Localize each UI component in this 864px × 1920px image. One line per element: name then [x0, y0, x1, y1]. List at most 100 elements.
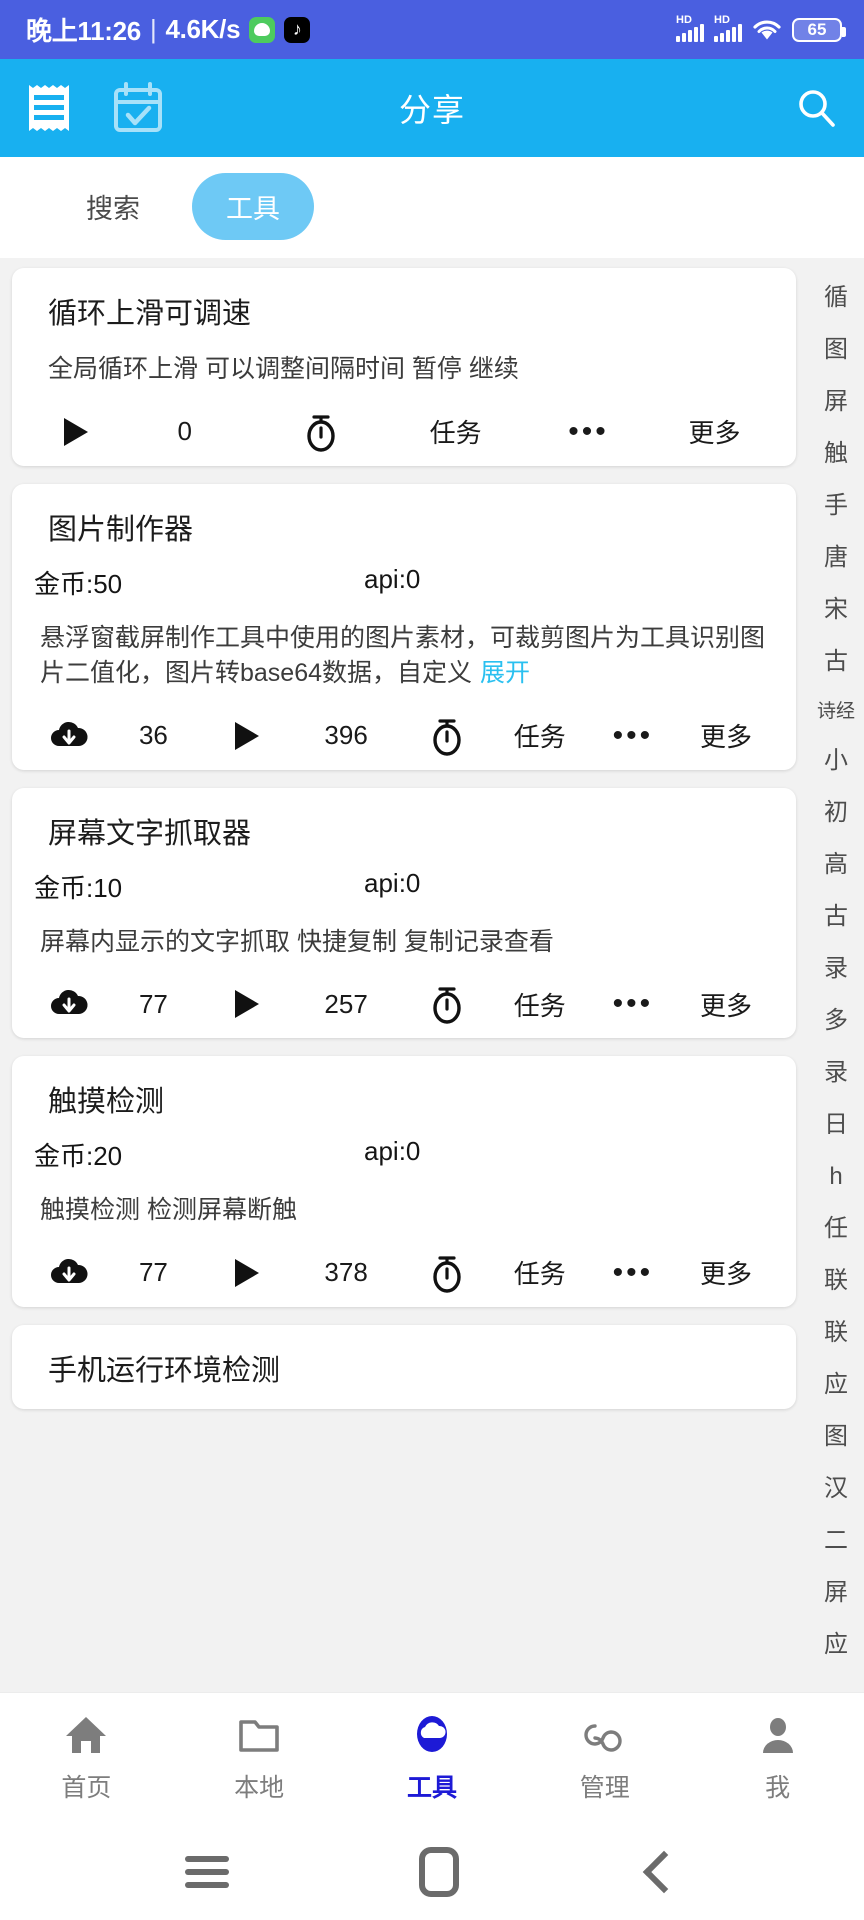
- receipt-list-icon[interactable]: [26, 82, 72, 134]
- nav-item-me[interactable]: 我: [703, 1714, 853, 1804]
- rail-item[interactable]: 多: [824, 1009, 848, 1033]
- task-button[interactable]: 任务: [389, 413, 522, 450]
- cloud-download-icon: [49, 1257, 89, 1289]
- rail-item[interactable]: 应: [824, 1633, 848, 1657]
- cloud-download-icon: [49, 988, 89, 1020]
- coin-cost: 金币:20: [34, 1141, 123, 1171]
- timer-button[interactable]: [401, 716, 491, 756]
- rail-item[interactable]: 循: [824, 286, 848, 310]
- rail-item[interactable]: h: [829, 1165, 842, 1189]
- home-button[interactable]: [419, 1847, 459, 1897]
- card-title: 触摸检测: [48, 1086, 165, 1118]
- battery-level: 65: [807, 19, 827, 39]
- more-options-button[interactable]: •••: [522, 416, 655, 446]
- rail-item[interactable]: 二: [824, 1529, 848, 1553]
- calendar-check-icon[interactable]: [110, 80, 166, 136]
- bottom-navigation: 首页 本地 工具 管理 我: [0, 1692, 864, 1824]
- download-button[interactable]: [34, 1257, 105, 1289]
- timer-button[interactable]: [401, 1253, 491, 1293]
- rail-item[interactable]: 唐: [824, 546, 848, 570]
- tool-card[interactable]: 循环上滑可调速 全局循环上滑 可以调整间隔时间 暂停 继续 0 任务 ••• 更…: [12, 268, 796, 466]
- card-description-text: 悬浮窗截屏制作工具中使用的图片素材，可裁剪图片为工具识别图片二值化，图片转bas…: [40, 623, 766, 688]
- rail-item[interactable]: 屏: [824, 1581, 848, 1605]
- more-button[interactable]: 更多: [655, 413, 774, 450]
- card-title: 屏幕文字抓取器: [48, 817, 252, 850]
- download-count: 77: [138, 988, 168, 1019]
- more-options-button[interactable]: •••: [588, 989, 678, 1019]
- rail-item[interactable]: 高: [824, 853, 848, 877]
- rail-item[interactable]: 图: [824, 338, 848, 362]
- tool-card[interactable]: 屏幕文字抓取器 金币:10 api:0 屏幕内显示的文字抓取 快捷复制 复制记录…: [12, 787, 796, 1038]
- rail-item[interactable]: 古: [824, 650, 848, 674]
- cloud-icon: [409, 1714, 455, 1756]
- search-icon[interactable]: [794, 86, 838, 130]
- nav-item-tools[interactable]: 工具: [357, 1714, 507, 1804]
- download-button[interactable]: [34, 720, 105, 752]
- more-button[interactable]: 更多: [678, 1254, 774, 1291]
- card-actions: 36 396 任务 ••• 更多: [34, 716, 774, 756]
- more-options-button[interactable]: •••: [588, 1255, 678, 1289]
- download-button[interactable]: [34, 988, 105, 1020]
- rail-item[interactable]: 诗经: [817, 702, 855, 721]
- rail-item[interactable]: 联: [824, 1321, 848, 1345]
- signal-icon-sim1: HD: [676, 14, 704, 42]
- rail-item[interactable]: 录: [824, 1061, 848, 1085]
- rail-item[interactable]: 汉: [824, 1477, 848, 1501]
- task-button[interactable]: 任务: [492, 1254, 588, 1291]
- rail-item[interactable]: 手: [824, 494, 848, 518]
- rail-item[interactable]: 触: [824, 442, 848, 466]
- rail-item[interactable]: 任: [824, 1217, 848, 1241]
- nav-item-local[interactable]: 本地: [184, 1714, 334, 1804]
- card-actions: 77 257 任务 ••• 更多: [34, 984, 774, 1024]
- alphabet-index-rail[interactable]: 循 图 屏 触 手 唐 宋 古 诗经 小 初 高 古 录 多 录 日 h 任 联…: [808, 258, 864, 1692]
- nav-item-home[interactable]: 首页: [11, 1714, 161, 1804]
- tab-tools[interactable]: 工具: [192, 173, 314, 240]
- timer-button[interactable]: [401, 984, 491, 1024]
- more-button[interactable]: 更多: [678, 717, 774, 754]
- card-actions: 77 378 任务 ••• 更多: [34, 1253, 774, 1293]
- back-button[interactable]: [642, 1850, 686, 1894]
- rail-item[interactable]: 宋: [824, 598, 848, 622]
- card-title: 图片制作器: [48, 513, 194, 546]
- card-meta: 金币:20 api:0: [34, 1136, 774, 1173]
- play-button[interactable]: [202, 721, 291, 750]
- task-button[interactable]: 任务: [492, 717, 588, 754]
- app-bar: 分享: [0, 59, 864, 157]
- rail-item[interactable]: 屏: [824, 390, 848, 414]
- tab-search[interactable]: 搜索: [52, 173, 174, 240]
- rail-item[interactable]: 初: [824, 801, 848, 825]
- status-bar-right: HD HD 65: [676, 14, 846, 42]
- nav-label: 首页: [61, 1773, 112, 1802]
- play-count: 0: [177, 416, 193, 446]
- status-bar: 晚上11:26 | 4.6K/s HD HD: [0, 0, 864, 59]
- battery-icon: 65: [792, 17, 846, 42]
- tool-card[interactable]: 图片制作器 金币:50 api:0 悬浮窗截屏制作工具中使用的图片素材，可裁剪图…: [12, 483, 796, 770]
- tool-card[interactable]: 触摸检测 金币:20 api:0 触摸检测 检测屏幕断触 77 378 任务 •…: [12, 1056, 796, 1307]
- more-button[interactable]: 更多: [678, 986, 774, 1023]
- stopwatch-icon: [429, 1253, 465, 1293]
- card-description: 触摸检测 检测屏幕断触: [40, 1196, 297, 1224]
- nav-item-manage[interactable]: 管理: [530, 1714, 680, 1804]
- play-button[interactable]: [202, 1258, 291, 1287]
- play-button[interactable]: [202, 990, 291, 1018]
- tool-card[interactable]: 手机运行环境检测: [12, 1324, 796, 1409]
- recents-button[interactable]: [185, 1856, 229, 1888]
- rail-item[interactable]: 录: [824, 957, 848, 981]
- rail-item[interactable]: 古: [824, 905, 848, 929]
- notification-app-icon-tiktok: [284, 16, 311, 43]
- rail-item[interactable]: 图: [824, 1425, 848, 1449]
- expand-link[interactable]: 展开: [480, 659, 530, 687]
- dots-icon: •••: [612, 718, 654, 752]
- rail-item[interactable]: 联: [824, 1269, 848, 1293]
- timer-button[interactable]: [252, 412, 389, 452]
- dots-icon: •••: [612, 1255, 654, 1289]
- task-button[interactable]: 任务: [492, 986, 588, 1023]
- rail-item[interactable]: 小: [824, 749, 848, 773]
- rail-item[interactable]: 日: [824, 1113, 848, 1137]
- rail-item[interactable]: 应: [824, 1373, 848, 1397]
- play-count: 378: [324, 1257, 368, 1287]
- more-options-button[interactable]: •••: [588, 718, 678, 752]
- nav-label: 管理: [579, 1773, 630, 1802]
- play-icon: [234, 721, 259, 750]
- play-button[interactable]: [34, 417, 117, 446]
